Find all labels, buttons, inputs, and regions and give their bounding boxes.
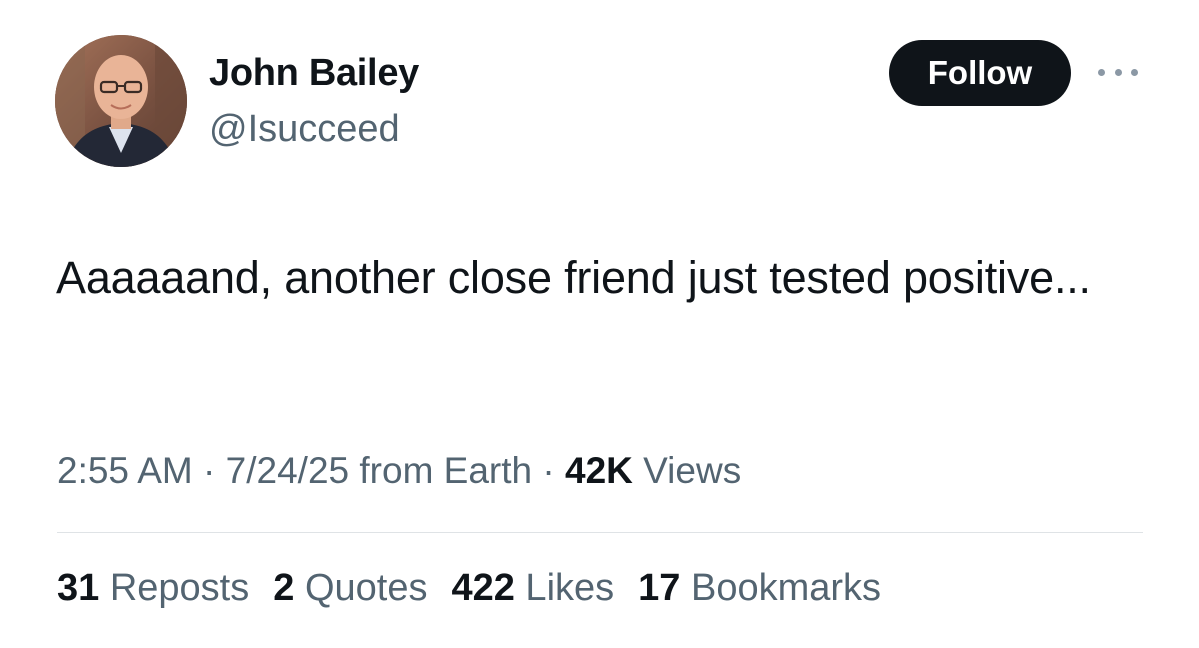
views-label: Views <box>632 450 742 491</box>
reposts-label: Reposts <box>99 567 250 609</box>
reposts-stat[interactable]: 31 Reposts <box>57 567 249 610</box>
divider <box>57 532 1143 533</box>
meta-separator: · <box>192 450 226 491</box>
author-handle[interactable]: @Isucceed <box>209 108 400 151</box>
more-horizontal-icon[interactable] <box>1098 66 1138 78</box>
views-count[interactable]: 42K <box>565 450 633 491</box>
tweet-detail: John Bailey @Isucceed Follow Aaaaaand, a… <box>0 0 1199 648</box>
bookmarks-count: 17 <box>638 567 681 609</box>
tweet-date[interactable]: 7/24/25 <box>226 450 349 491</box>
likes-count: 422 <box>451 567 515 609</box>
quotes-stat[interactable]: 2 Quotes <box>273 567 427 610</box>
dot <box>1114 68 1122 76</box>
avatar[interactable] <box>55 35 187 167</box>
tweet-text: Aaaaaand, another close friend just test… <box>56 252 1091 303</box>
bookmarks-stat[interactable]: 17 Bookmarks <box>638 567 881 610</box>
tweet-time[interactable]: 2:55 AM <box>57 450 193 491</box>
tweet-source: from Earth <box>349 450 533 491</box>
follow-button[interactable]: Follow <box>889 40 1071 106</box>
author-display-name[interactable]: John Bailey <box>209 52 419 95</box>
likes-stat[interactable]: 422 Likes <box>451 567 614 610</box>
profile-photo-icon <box>55 35 187 167</box>
quotes-count: 2 <box>273 567 295 609</box>
likes-label: Likes <box>514 567 615 609</box>
quotes-label: Quotes <box>294 567 428 609</box>
bookmarks-label: Bookmarks <box>680 567 882 609</box>
meta-separator: · <box>532 450 565 491</box>
dot <box>1098 68 1105 76</box>
reposts-count: 31 <box>57 567 100 609</box>
engagement-stats: 31 Reposts 2 Quotes 422 Likes 17 Bookmar… <box>57 567 881 610</box>
dot <box>1131 68 1138 76</box>
tweet-meta: 2:55 AM · 7/24/25 from Earth · 42K Views <box>57 450 741 492</box>
